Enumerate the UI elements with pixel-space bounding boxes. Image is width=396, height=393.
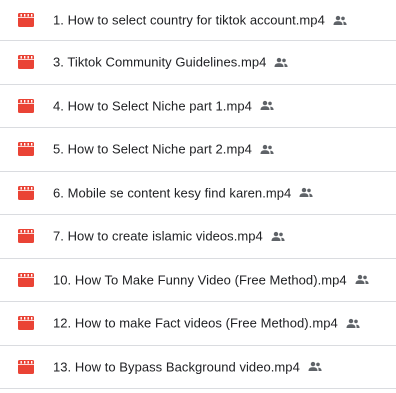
video-file-icon (18, 13, 34, 27)
file-row[interactable]: 12. How to make Fact videos (Free Method… (0, 302, 396, 346)
people-icon (260, 144, 274, 154)
people-icon (333, 15, 347, 25)
video-file-icon (18, 55, 34, 70)
people-icon (274, 57, 289, 67)
file-name: 12. How to make Fact videos (Free Method… (53, 316, 360, 331)
file-name-text: 4. How to Select Niche part 1.mp4 (53, 98, 252, 114)
file-name: 3. Tiktok Community Guidelines.mp4 (53, 54, 289, 70)
file-name: 5. How to Select Niche part 2.mp4 (53, 142, 274, 157)
file-name: 4. How to Select Niche part 1.mp4 (53, 98, 274, 113)
video-file-icon (18, 229, 34, 244)
file-name: 1. How to select country for tiktok acco… (53, 13, 347, 28)
file-row[interactable]: 13. How to Bypass Background video.mp4 (0, 345, 396, 389)
file-name: 13. How to Bypass Background video.mp4 (53, 359, 322, 374)
file-row[interactable]: 6. Mobile se content kesy find karen.mp4 (0, 171, 396, 215)
file-row[interactable]: 3. Tiktok Community Guidelines.mp4 (0, 41, 396, 85)
video-file-icon (18, 316, 34, 331)
people-icon (346, 318, 360, 328)
file-row[interactable]: 5. How to Select Niche part 2.mp4 (0, 128, 396, 172)
video-file-icon (18, 98, 34, 113)
file-name-text: 13. How to Bypass Background video.mp4 (53, 359, 300, 375)
file-name-text: 6. Mobile se content kesy find karen.mp4 (53, 185, 292, 201)
file-name-text: 10. How To Make Funny Video (Free Method… (53, 272, 347, 288)
file-name-text: 12. How to make Fact videos (Free Method… (53, 315, 338, 331)
people-icon (299, 188, 313, 198)
file-list: 1. How to select country for tiktok acco… (0, 0, 396, 393)
people-icon (271, 231, 285, 241)
file-row[interactable]: 10. How To Make Funny Video (Free Method… (0, 258, 396, 302)
file-name-text: 7. How to create islamic videos.mp4 (53, 228, 263, 244)
people-icon (308, 362, 322, 372)
file-name: 6. Mobile se content kesy find karen.mp4 (53, 185, 313, 200)
people-icon (260, 101, 274, 111)
video-file-icon (18, 359, 34, 374)
video-file-icon (18, 185, 34, 200)
file-row[interactable]: 4. How to Select Niche part 1.mp4 (0, 84, 396, 128)
file-name-text: 3. Tiktok Community Guidelines.mp4 (53, 54, 267, 70)
file-row[interactable]: 7. How to create islamic videos.mp4 (0, 215, 396, 259)
file-name-text: 1. How to select country for tiktok acco… (53, 12, 325, 28)
file-row[interactable]: 1. How to select country for tiktok acco… (0, 0, 396, 41)
file-name-text: 5. How to Select Niche part 2.mp4 (53, 141, 252, 157)
video-file-icon (18, 142, 34, 157)
people-icon (355, 275, 369, 285)
file-name: 7. How to create islamic videos.mp4 (53, 229, 285, 244)
video-file-icon (18, 272, 34, 287)
file-name: 10. How To Make Funny Video (Free Method… (53, 272, 369, 287)
